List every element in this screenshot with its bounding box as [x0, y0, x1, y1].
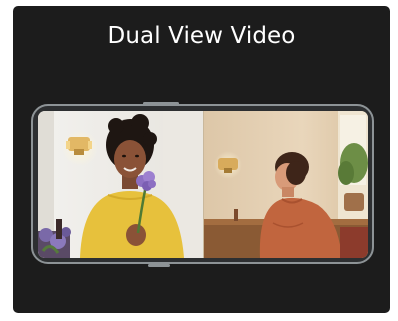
- flowers-bottom-left: [38, 227, 71, 258]
- left-video-view: [38, 111, 203, 258]
- wall-lamp-right: [214, 151, 242, 179]
- phone-screen: [38, 111, 368, 258]
- dual-view-illustration: [38, 111, 368, 258]
- right-video-view: [204, 111, 368, 258]
- wall-lamp-left: [62, 130, 98, 166]
- headline: Dual View Video: [107, 23, 296, 49]
- phone-power-button: [148, 264, 170, 267]
- promo-card: Dual View Video: [13, 6, 390, 313]
